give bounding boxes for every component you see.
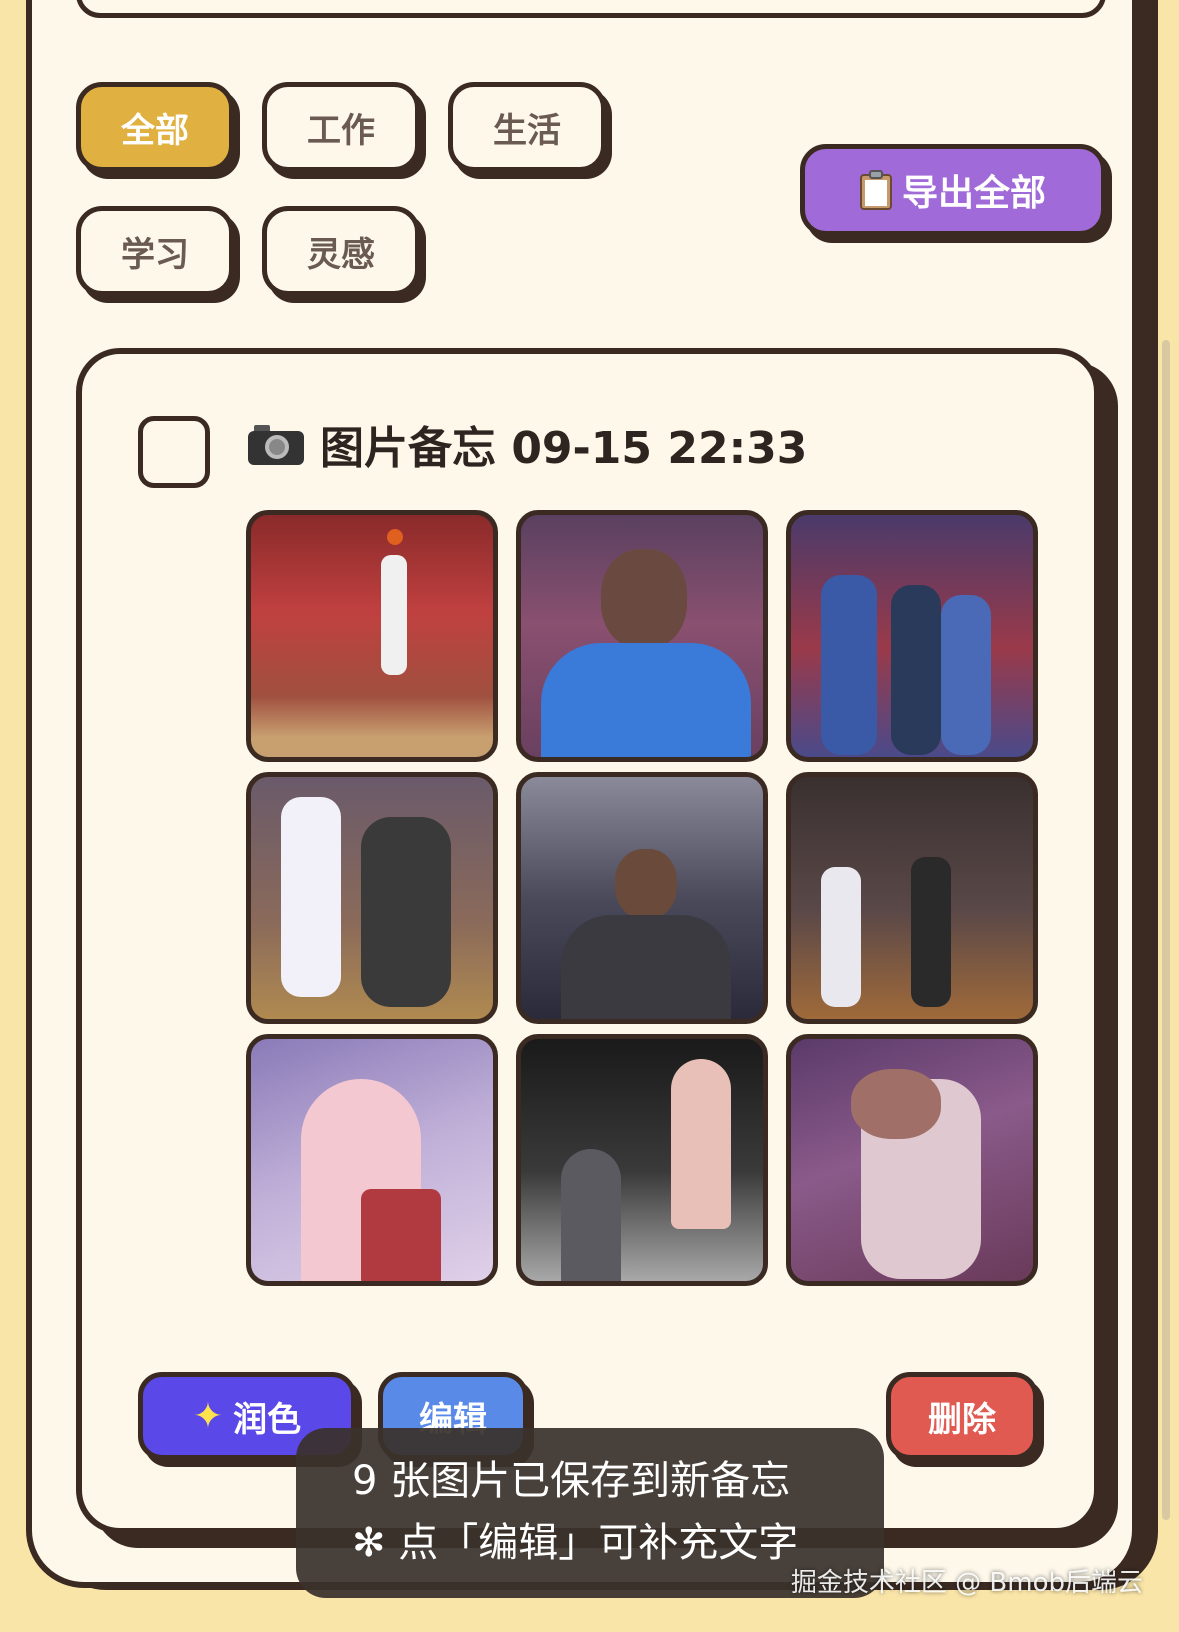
input-card[interactable] <box>76 0 1106 18</box>
filter-chip-all[interactable]: 全部 <box>76 82 234 172</box>
memo-image-8[interactable] <box>516 1034 768 1286</box>
filter-chip-label: 灵感 <box>307 234 375 275</box>
filter-chip-label: 生活 <box>493 110 561 151</box>
filter-chip-label: 学习 <box>121 234 189 275</box>
camera-icon <box>248 423 304 465</box>
filter-chip-label: 工作 <box>307 110 375 151</box>
memo-checkbox[interactable] <box>138 416 210 488</box>
toast-line-1: 9 张图片已保存到新备忘 <box>352 1458 791 1504</box>
image-grid <box>246 510 1042 1300</box>
memo-image-9[interactable] <box>786 1034 1038 1286</box>
filter-chip-work[interactable]: 工作 <box>262 82 420 172</box>
memo-title: 图片备忘 09-15 22:33 <box>320 423 808 474</box>
scrollbar[interactable] <box>1162 340 1170 1520</box>
toast-line-2: ✻ 点「编辑」可补充文字 <box>352 1520 799 1566</box>
memo-image-6[interactable] <box>786 772 1038 1024</box>
polish-label: 润色 <box>233 1399 302 1440</box>
memo-image-3[interactable] <box>786 510 1038 762</box>
memo-image-1[interactable] <box>246 510 498 762</box>
sparkles-icon: ✦ <box>192 1395 224 1437</box>
clipboard-icon <box>859 170 892 210</box>
memo-image-2[interactable] <box>516 510 768 762</box>
filter-chip-label: 全部 <box>121 110 189 151</box>
filter-chip-inspiration[interactable]: 灵感 <box>262 206 420 296</box>
filter-chip-life[interactable]: 生活 <box>448 82 606 172</box>
watermark: 掘金技术社区 @ Bmob后端云 <box>790 1568 1143 1598</box>
memo-image-7[interactable] <box>246 1034 498 1286</box>
memo-image-4[interactable] <box>246 772 498 1024</box>
filter-chip-study[interactable]: 学习 <box>76 206 234 296</box>
memo-image-5[interactable] <box>516 772 768 1024</box>
export-all-label: 导出全部 <box>901 173 1046 214</box>
memo-header: 图片备忘 09-15 22:33 <box>248 414 807 474</box>
delete-label: 删除 <box>928 1399 996 1440</box>
delete-button[interactable]: 删除 <box>886 1372 1038 1460</box>
export-all-button[interactable]: 导出全部 <box>800 144 1106 236</box>
